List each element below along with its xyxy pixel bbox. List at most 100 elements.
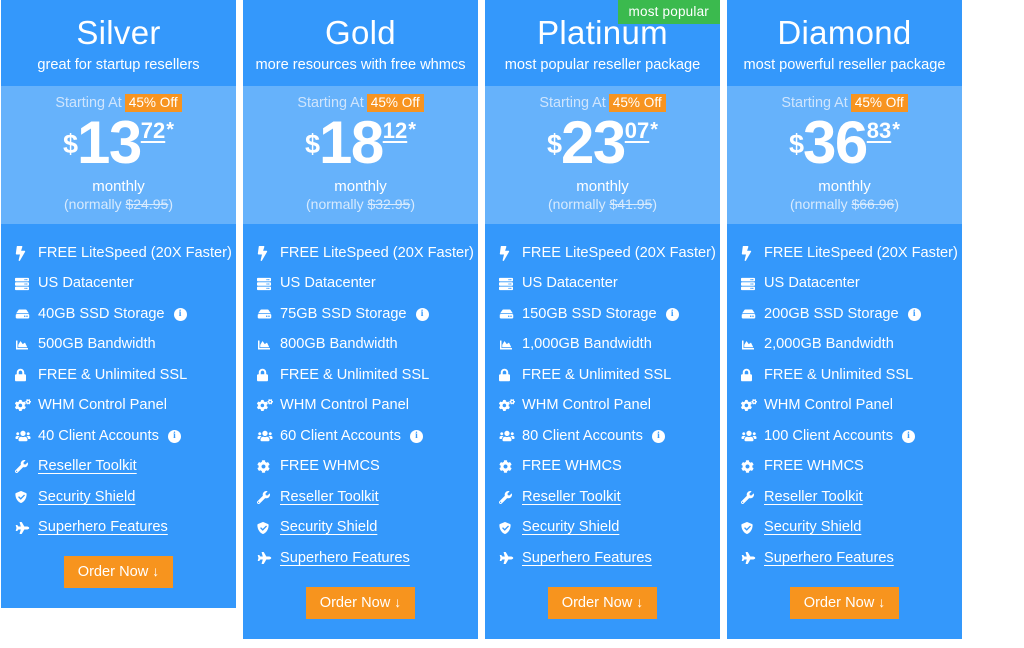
feature-label: 100 Client Accounts (764, 428, 893, 446)
price-cents-wrap: 83* (867, 120, 900, 142)
down-arrow-icon: ↓ (394, 594, 401, 610)
server-icon (15, 276, 34, 291)
down-arrow-icon: ↓ (636, 594, 643, 610)
feature-label: FREE & Unlimited SSL (280, 367, 429, 385)
price-amount: $1812* (249, 115, 472, 172)
plane-icon (15, 520, 34, 535)
price-amount: $3683* (733, 115, 956, 172)
order-now-label: Order Now (804, 595, 875, 611)
feature-item: WHM Control Panel (727, 391, 962, 422)
feature-label: FREE LiteSpeed (20X Faster) (522, 245, 716, 263)
most-popular-badge: most popular (618, 0, 720, 24)
order-now-button[interactable]: Order Now↓ (306, 587, 416, 619)
feature-item[interactable]: Reseller Toolkit (243, 482, 478, 513)
feature-label: Security Shield (38, 489, 135, 507)
normal-price-suffix: ) (894, 196, 899, 212)
lock-icon (741, 368, 760, 383)
order-now-label: Order Now (562, 595, 633, 611)
price-cents: 83 (867, 120, 891, 142)
normal-price-value: $24.95 (125, 196, 168, 212)
feature-label: Reseller Toolkit (764, 489, 863, 507)
bolt-icon (741, 246, 760, 261)
feature-item[interactable]: Reseller Toolkit (727, 482, 962, 513)
feature-label: Security Shield (280, 519, 377, 537)
cogs-icon (257, 398, 276, 413)
server-icon (499, 276, 518, 291)
plan-tagline: more resources with free whmcs (249, 56, 472, 74)
feature-label: 40 Client Accounts (38, 428, 159, 446)
hdd-icon (15, 307, 34, 322)
feature-item: US Datacenter (243, 269, 478, 300)
info-icon[interactable]: i (902, 430, 915, 443)
price-dollars: 36 (803, 115, 867, 171)
feature-label: 75GB SSD Storage (280, 306, 407, 324)
feature-item[interactable]: Security Shield (727, 513, 962, 544)
order-button-wrap: Order Now↓ (727, 574, 962, 639)
order-now-button[interactable]: Order Now↓ (64, 556, 174, 588)
cogs-icon (499, 398, 518, 413)
info-icon[interactable]: i (416, 308, 429, 321)
order-button-wrap: Order Now↓ (1, 543, 236, 608)
bolt-icon (499, 246, 518, 261)
feature-item[interactable]: Superhero Features (243, 543, 478, 574)
bolt-icon (257, 246, 276, 261)
plan-header: Silvergreat for startup resellers (1, 0, 236, 86)
feature-item[interactable]: Reseller Toolkit (485, 482, 720, 513)
order-now-button[interactable]: Order Now↓ (548, 587, 658, 619)
info-icon[interactable]: i (666, 308, 679, 321)
info-icon[interactable]: i (410, 430, 423, 443)
feature-item: FREE & Unlimited SSL (727, 360, 962, 391)
billing-period: monthly (491, 178, 714, 195)
normal-price-suffix: ) (410, 196, 415, 212)
price-block: Starting At45% Off$3683*monthly(normally… (727, 86, 962, 224)
feature-item[interactable]: Security Shield (243, 513, 478, 544)
normal-price: (normally $66.96) (733, 196, 956, 212)
normal-price: (normally $32.95) (249, 196, 472, 212)
info-icon[interactable]: i (652, 430, 665, 443)
info-icon[interactable]: i (908, 308, 921, 321)
feature-item[interactable]: Security Shield (1, 482, 236, 513)
price-block: Starting At45% Off$2307*monthly(normally… (485, 86, 720, 224)
order-now-label: Order Now (320, 595, 391, 611)
feature-label: US Datacenter (522, 275, 618, 293)
plane-icon (499, 551, 518, 566)
currency-symbol: $ (547, 131, 561, 158)
feature-item[interactable]: Reseller Toolkit (1, 452, 236, 483)
normal-price-prefix: (normally (790, 196, 851, 212)
feature-item[interactable]: Superhero Features (1, 513, 236, 544)
hdd-icon (257, 307, 276, 322)
price-asterisk: * (650, 120, 658, 140)
plan-name: Silver (7, 14, 230, 53)
feature-item: WHM Control Panel (243, 391, 478, 422)
feature-label: 200GB SSD Storage (764, 306, 899, 324)
normal-price-value: $41.95 (609, 196, 652, 212)
price-block: Starting At45% Off$1812*monthly(normally… (243, 86, 478, 224)
feature-label: US Datacenter (38, 275, 134, 293)
hdd-icon (741, 307, 760, 322)
lock-icon (499, 368, 518, 383)
info-icon[interactable]: i (168, 430, 181, 443)
feature-item[interactable]: Superhero Features (485, 543, 720, 574)
cogs-icon (15, 398, 34, 413)
feature-item: 60 Client Accountsi (243, 421, 478, 452)
feature-item[interactable]: Security Shield (485, 513, 720, 544)
feature-item: FREE LiteSpeed (20X Faster) (1, 238, 236, 269)
bolt-icon (15, 246, 34, 261)
cog-icon (499, 459, 518, 474)
feature-item: FREE WHMCS (485, 452, 720, 483)
feature-item: FREE LiteSpeed (20X Faster) (243, 238, 478, 269)
order-now-button[interactable]: Order Now↓ (790, 587, 900, 619)
plan-card-diamond: Diamondmost powerful reseller packageSta… (727, 0, 962, 639)
info-icon[interactable]: i (174, 308, 187, 321)
feature-label: Security Shield (522, 519, 619, 537)
feature-item[interactable]: Superhero Features (727, 543, 962, 574)
wrench-icon (499, 490, 518, 505)
feature-item: FREE LiteSpeed (20X Faster) (485, 238, 720, 269)
feature-item: 500GB Bandwidth (1, 330, 236, 361)
wrench-icon (257, 490, 276, 505)
feature-label: WHM Control Panel (764, 397, 893, 415)
feature-list: FREE LiteSpeed (20X Faster)US Datacenter… (727, 224, 962, 574)
feature-item: WHM Control Panel (485, 391, 720, 422)
chart-area-icon (257, 337, 276, 352)
normal-price: (normally $41.95) (491, 196, 714, 212)
